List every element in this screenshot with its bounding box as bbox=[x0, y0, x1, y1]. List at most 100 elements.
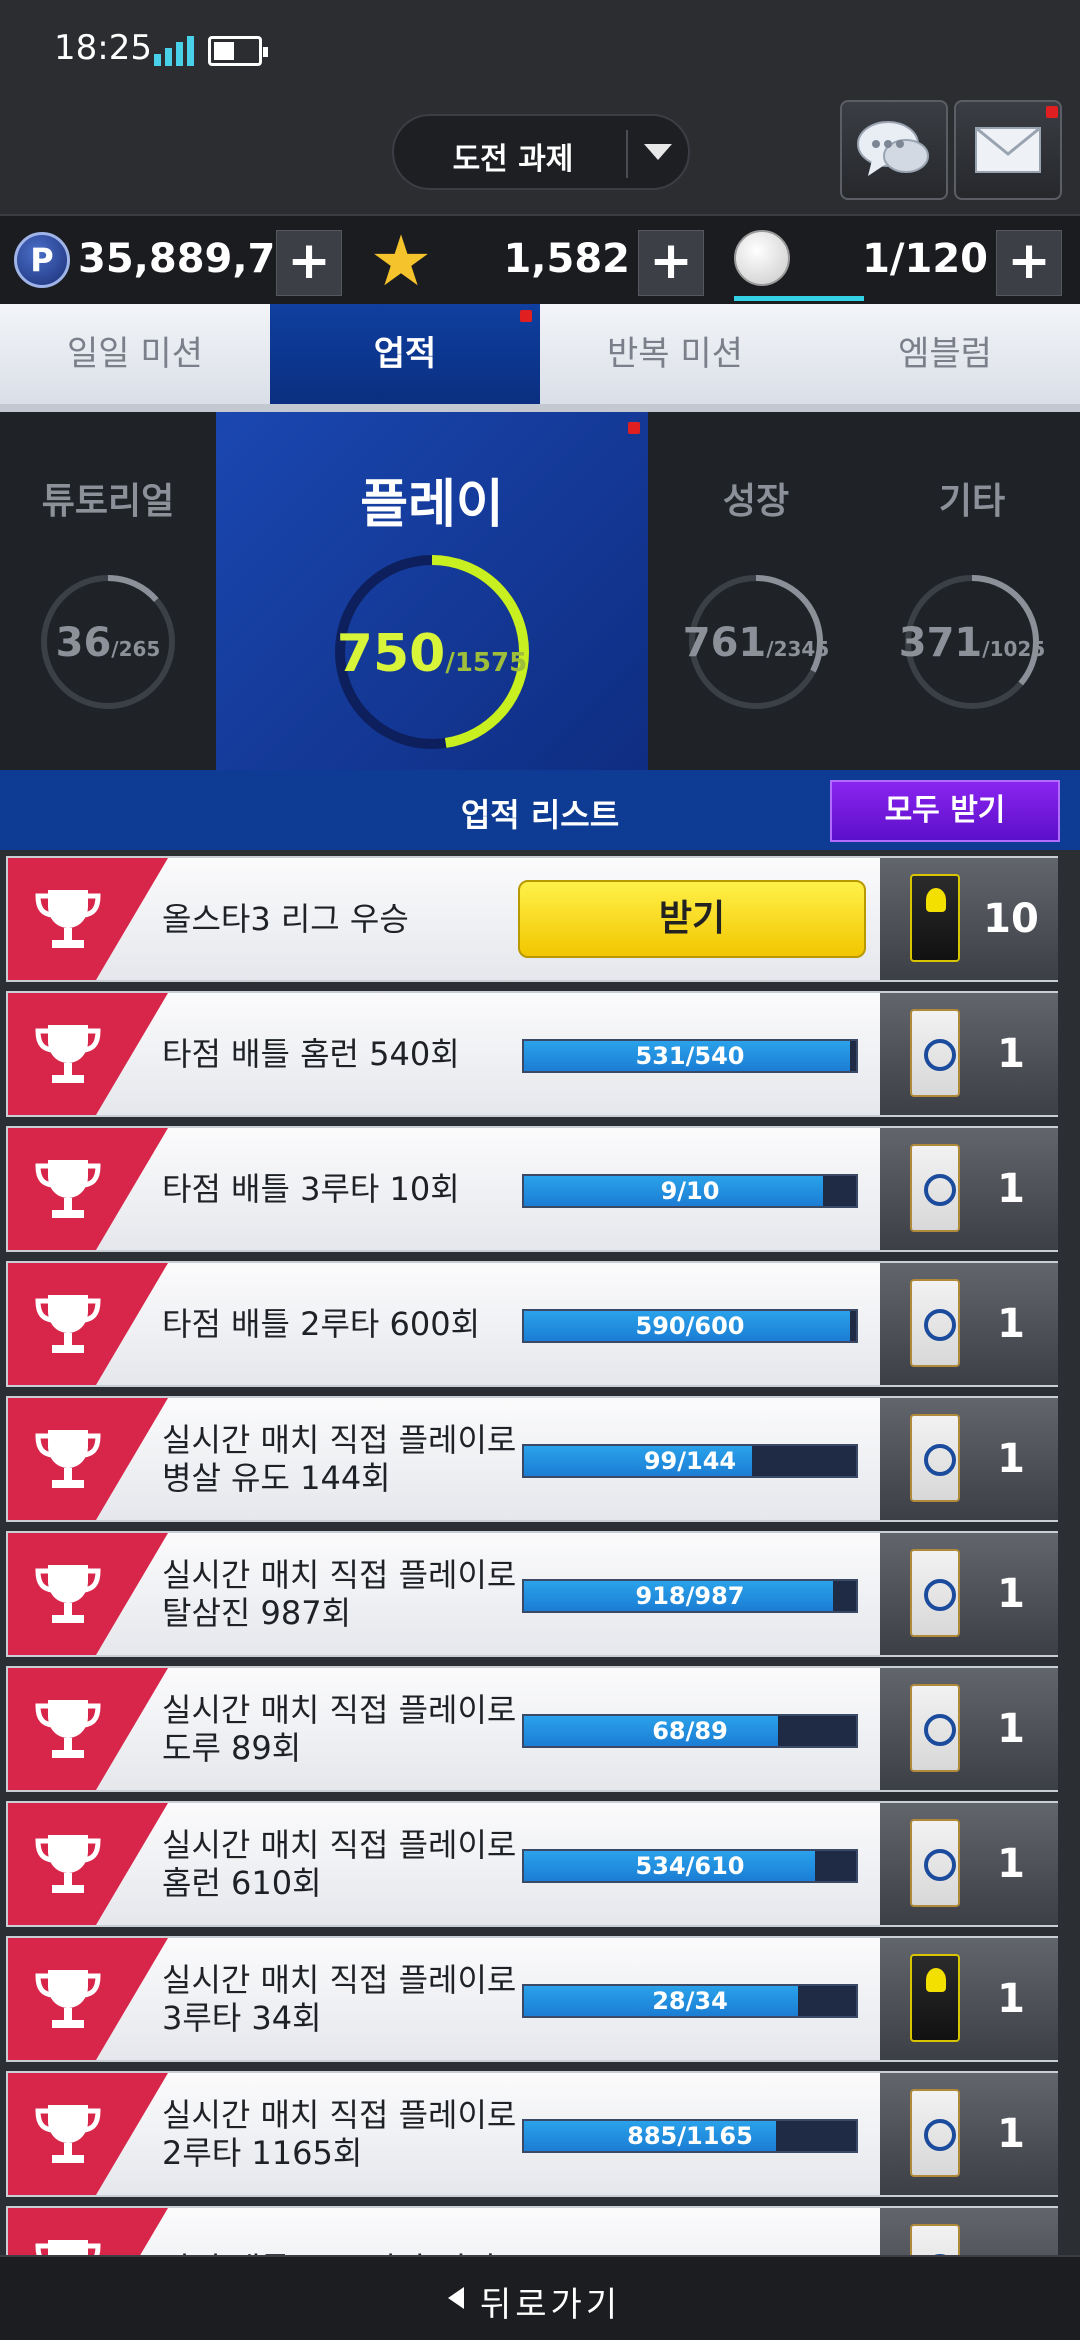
player-pack-icon bbox=[910, 1819, 960, 1907]
add-stars-button[interactable]: + bbox=[638, 230, 704, 296]
tab-notification-dot bbox=[520, 310, 532, 322]
tab-repeat-mission[interactable]: 반복 미션 bbox=[540, 304, 810, 404]
category-total: /1575 bbox=[445, 648, 528, 678]
mission-tabs: 일일 미션 업적 반복 미션 엠블럼 bbox=[0, 304, 1080, 412]
achievement-row[interactable]: 타점 배틀 ALL 안타 결기 bbox=[6, 2206, 1058, 2255]
achievement-row[interactable]: 타점 배틀 2루타 600회 590/600 1 bbox=[6, 1261, 1058, 1387]
achievement-name: 실시간 매치 직접 플레이로 탈삼진 987회 bbox=[162, 1533, 522, 1655]
achievement-line2: 3루타 34회 bbox=[162, 1999, 322, 2037]
add-balls-button[interactable]: + bbox=[996, 230, 1062, 296]
tab-daily-mission[interactable]: 일일 미션 bbox=[0, 304, 270, 404]
achievement-line1: 타점 배틀 홈런 540회 bbox=[162, 1035, 460, 1073]
progress-text: 531/540 bbox=[635, 1042, 745, 1070]
player-pack-icon bbox=[910, 2224, 960, 2255]
achievement-line2: 2루타 1165회 bbox=[162, 2134, 363, 2172]
achievement-line1: 타점 배틀 3루타 10회 bbox=[162, 1170, 460, 1208]
currency-bar: P 35,889,759 + ★ 1,582 + 1/120 + bbox=[0, 214, 1080, 304]
achievement-name: 타점 배틀 2루타 600회 bbox=[162, 1263, 522, 1385]
tab-emblem[interactable]: 엠블럼 bbox=[810, 304, 1080, 404]
trophy-icon bbox=[35, 1160, 101, 1218]
progress-bar: 9/10 bbox=[522, 1174, 858, 1208]
achievement-name: 올스타3 리그 우승 bbox=[162, 858, 522, 980]
achievement-row[interactable]: 올스타3 리그 우승 받기 10 bbox=[6, 856, 1058, 982]
category-total: /265 bbox=[111, 637, 161, 661]
achievement-name: 타점 배틀 ALL 안타 결기 bbox=[162, 2208, 522, 2255]
achievement-row[interactable]: 타점 배틀 홈런 540회 531/540 1 bbox=[6, 991, 1058, 1117]
app-header: 도전 과제 bbox=[0, 100, 1080, 214]
progress-text: 28/34 bbox=[652, 1987, 728, 2015]
back-label: 뒤로가기 bbox=[480, 2285, 622, 2325]
claim-all-button[interactable]: 모두 받기 bbox=[830, 780, 1060, 842]
category-value: 750 bbox=[336, 624, 446, 684]
progress-text: 9/10 bbox=[660, 1177, 720, 1205]
tab-achievements[interactable]: 업적 bbox=[270, 304, 540, 412]
category-value: 36 bbox=[55, 620, 112, 666]
chat-icon bbox=[857, 121, 929, 176]
back-arrow-icon bbox=[448, 2287, 464, 2309]
progress-bar: 534/610 bbox=[522, 1849, 858, 1883]
star-icon: ★ bbox=[369, 220, 433, 302]
reward-box: 1 bbox=[880, 1128, 1058, 1250]
ball-recharge-bar bbox=[734, 296, 864, 301]
battery-icon bbox=[208, 36, 268, 66]
category-name: 튜토리얼 bbox=[41, 481, 175, 522]
progress-bar: 531/540 bbox=[522, 1039, 858, 1073]
trophy-icon bbox=[35, 1295, 101, 1353]
progress-text: 885/1165 bbox=[627, 2122, 753, 2150]
achievement-row[interactable]: 실시간 매치 직접 플레이로 2루타 1165회 885/1165 1 bbox=[6, 2071, 1058, 2197]
progress-bar: 28/34 bbox=[522, 1984, 858, 2018]
progress-text: 918/987 bbox=[635, 1582, 745, 1610]
trophy-icon bbox=[35, 890, 101, 948]
mail-notification-dot bbox=[1046, 106, 1058, 118]
achievement-line1: 실시간 매치 직접 플레이로 bbox=[162, 1691, 517, 1729]
reward-quantity: 1 bbox=[997, 1706, 1025, 1752]
trophy-icon bbox=[35, 1700, 101, 1758]
achievement-row[interactable]: 실시간 매치 직접 플레이로 3루타 34회 28/34 1 bbox=[6, 1936, 1058, 2062]
reward-quantity: 10 bbox=[983, 896, 1039, 942]
balls-value: 1/120 bbox=[862, 236, 988, 282]
achievement-name: 타점 배틀 홈런 540회 bbox=[162, 993, 522, 1115]
category-name: 플레이 bbox=[360, 475, 504, 535]
category-play[interactable]: 플레이 750/1575 bbox=[216, 412, 648, 770]
progress-bar: 885/1165 bbox=[522, 2119, 858, 2153]
reward-box: 1 bbox=[880, 1803, 1058, 1925]
achievement-name: 타점 배틀 3루타 10회 bbox=[162, 1128, 522, 1250]
trophy-icon bbox=[35, 1025, 101, 1083]
progress-text: 590/600 bbox=[635, 1312, 745, 1340]
reward-box: 1 bbox=[880, 1938, 1058, 2060]
achievement-row[interactable]: 실시간 매치 직접 플레이로 탈삼진 987회 918/987 1 bbox=[6, 1531, 1058, 1657]
achievement-row[interactable]: 실시간 매치 직접 플레이로 병살 유도 144회 99/144 1 bbox=[6, 1396, 1058, 1522]
progress-text: 534/610 bbox=[635, 1852, 745, 1880]
achievement-name: 실시간 매치 직접 플레이로 병살 유도 144회 bbox=[162, 1398, 522, 1520]
achievement-row[interactable]: 타점 배틀 3루타 10회 9/10 1 bbox=[6, 1126, 1058, 1252]
progress-text: 68/89 bbox=[652, 1717, 728, 1745]
reward-box: 1 bbox=[880, 1668, 1058, 1790]
title-dropdown[interactable]: 도전 과제 bbox=[392, 114, 690, 190]
back-button[interactable]: 뒤로가기 bbox=[0, 2255, 1080, 2340]
trophy-icon bbox=[35, 2240, 101, 2255]
category-tutorial[interactable]: 튜토리얼 36/265 bbox=[0, 412, 216, 770]
add-points-button[interactable]: + bbox=[276, 230, 342, 296]
achievement-list[interactable]: 올스타3 리그 우승 받기 10 타점 배틀 홈런 540회 531/540 1 타점 배틀… bbox=[0, 850, 1080, 2255]
achievement-row[interactable]: 실시간 매치 직접 플레이로 홈런 610회 534/610 1 bbox=[6, 1801, 1058, 1927]
chat-button[interactable] bbox=[840, 100, 948, 200]
points-coin-icon: P bbox=[14, 232, 70, 288]
reward-box: 1 bbox=[880, 1533, 1058, 1655]
achievement-line1: 올스타3 리그 우승 bbox=[162, 900, 409, 938]
reward-box: 1 bbox=[880, 993, 1058, 1115]
reward-quantity: 1 bbox=[997, 1841, 1025, 1887]
mail-button[interactable] bbox=[954, 100, 1062, 200]
achievement-row[interactable]: 실시간 매치 직접 플레이로 도루 89회 68/89 1 bbox=[6, 1666, 1058, 1792]
achievement-line1: 실시간 매치 직접 플레이로 bbox=[162, 2096, 517, 2134]
trophy-icon bbox=[35, 2105, 101, 2163]
category-etc[interactable]: 기타 371/1025 bbox=[864, 412, 1080, 770]
reward-box: 1 bbox=[880, 1263, 1058, 1385]
category-total: /1025 bbox=[982, 637, 1046, 661]
category-total: /2345 bbox=[766, 637, 830, 661]
claim-button[interactable]: 받기 bbox=[518, 880, 866, 958]
category-name: 성장 bbox=[722, 481, 790, 522]
category-growth[interactable]: 성장 761/2345 bbox=[648, 412, 864, 770]
achievement-line1: 실시간 매치 직접 플레이로 bbox=[162, 1961, 517, 1999]
reward-quantity: 1 bbox=[997, 1031, 1025, 1077]
scout-ticket-icon bbox=[910, 1954, 960, 2042]
